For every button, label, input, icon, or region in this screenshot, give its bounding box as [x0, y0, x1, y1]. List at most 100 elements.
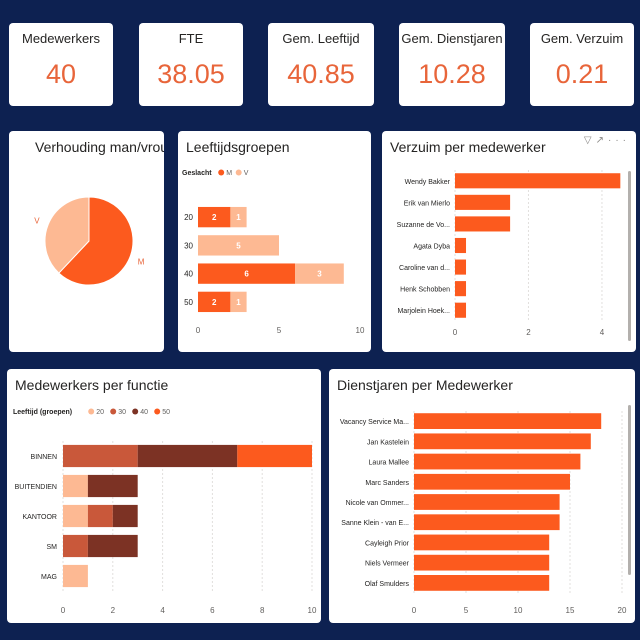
- scrollbar[interactable]: [628, 171, 631, 341]
- function-chart-panel[interactable]: Medewerkers per functie 0 2 4 6 8 10 BINNEN BUI…: [7, 369, 321, 623]
- legend-marker: [110, 408, 117, 415]
- y-category-label: Caroline van d...: [399, 265, 450, 272]
- y-category-label: Wendy Bakker: [405, 179, 451, 186]
- x-tick-label: 4: [160, 606, 165, 615]
- bar-segment: [87, 504, 113, 528]
- kpi-value: 0.21: [555, 59, 609, 89]
- x-tick-label: 10: [308, 606, 317, 615]
- scrollbar[interactable]: [628, 405, 631, 575]
- legend-marker: [132, 408, 139, 415]
- x-tick-label: 10: [356, 326, 365, 335]
- pie-label: M: [138, 258, 145, 267]
- x-tick-label: 5: [277, 326, 282, 335]
- y-category-label: BINNEN: [31, 454, 57, 461]
- y-category-label: Nicole van Ommer...: [346, 500, 409, 507]
- bar: [414, 514, 560, 531]
- kpi-card-avg-age[interactable]: Gem. Leeftijd 40.85: [268, 23, 374, 106]
- y-category-label: Marjolein Hoek...: [397, 308, 450, 315]
- x-tick-label: 15: [566, 606, 575, 615]
- y-category-label: KANTOOR: [23, 514, 58, 521]
- kpi-value: 40.85: [287, 59, 355, 89]
- x-tick-label: 0: [61, 606, 66, 615]
- y-category-label: Cayleigh Prior: [365, 540, 410, 547]
- gender-chart-panel[interactable]: Verhouding man/vrouw MV: [9, 131, 164, 352]
- data-label: 1: [236, 298, 241, 307]
- y-category-label: Olaf Smulders: [365, 581, 410, 588]
- x-tick-label: 8: [260, 606, 265, 615]
- function-bar-chart: 0 2 4 6 8 10 BINNEN BUITENDIEN KANTOOR SM MAG Leeft…: [13, 408, 317, 615]
- y-category-label: SM: [47, 544, 58, 551]
- kpi-label: Gem. Verzuim: [540, 31, 624, 46]
- age-groups-chart-panel[interactable]: Leeftijdsgroepen 0 5 10 20 2 1 30 5 40 6 3 50 2 1 Gesl…: [178, 131, 371, 352]
- x-tick-label: 5: [464, 606, 469, 615]
- y-category-label: Erik van Mierlo: [404, 200, 450, 207]
- bar: [414, 473, 570, 490]
- gender-pie-chart: MV: [34, 196, 145, 286]
- absence-chart-panel[interactable]: Verzuim per medewerker ▽↗··· 0 2 4 Wendy Ba…: [382, 131, 636, 352]
- y-category-label: 20: [184, 213, 193, 222]
- y-category-label: 40: [184, 270, 193, 279]
- kpi-card-employees[interactable]: Medewerkers 40: [9, 23, 113, 106]
- bar: [455, 237, 467, 254]
- y-category-label: Sanne Klein - van E...: [341, 520, 409, 527]
- bar: [414, 453, 581, 470]
- y-category-label: Laura Mallee: [369, 460, 410, 467]
- legend-title: Geslacht: [182, 170, 212, 177]
- legend-marker: [235, 169, 242, 176]
- y-category-label: 50: [184, 298, 193, 307]
- bar: [455, 216, 511, 232]
- tenure-chart-panel[interactable]: Dienstjaren per Medewerker 0 5 10 15 20 Vacan…: [329, 369, 635, 623]
- x-tick-label: 0: [453, 328, 458, 337]
- bar-segment: [63, 474, 88, 498]
- legend-marker: [154, 408, 161, 415]
- y-category-label: Marc Sanders: [365, 480, 409, 487]
- kpi-card-avg-absence[interactable]: Gem. Verzuim 0.21: [530, 23, 634, 106]
- kpi-value: 10.28: [418, 59, 486, 89]
- data-label: 2: [212, 298, 217, 307]
- kpi-card-fte[interactable]: FTE 38.05: [139, 23, 243, 106]
- bar: [455, 173, 621, 189]
- y-category-label: Jan Kastelein: [367, 439, 409, 446]
- kpi-label: Gem. Dienstjaren: [401, 31, 503, 46]
- bar-segment: [237, 444, 312, 468]
- x-tick-label: 20: [618, 606, 627, 615]
- bar: [414, 413, 602, 429]
- legend-label: M: [226, 170, 232, 177]
- kpi-label: Medewerkers: [21, 31, 101, 46]
- data-label: 5: [236, 241, 241, 250]
- x-tick-label: 2: [111, 606, 116, 615]
- bar-segment: [63, 564, 88, 588]
- x-tick-label: 2: [526, 328, 531, 337]
- absence-bar-chart: 0 2 4 Wendy Bakker Erik van Mierlo Suzanne de…: [397, 170, 621, 337]
- bar: [414, 554, 550, 571]
- data-label: 6: [244, 270, 249, 279]
- legend-label: 40: [140, 409, 148, 416]
- x-tick-label: 10: [514, 606, 523, 615]
- kpi-label: FTE: [178, 31, 204, 46]
- bar-segment: [63, 444, 138, 468]
- bar: [414, 433, 591, 450]
- kpi-value: 40: [45, 59, 77, 89]
- y-category-label: BUITENDIEN: [15, 484, 57, 491]
- legend-label: V: [244, 170, 249, 177]
- legend-label: 30: [118, 409, 126, 416]
- x-tick-label: 0: [412, 606, 417, 615]
- kpi-label: Gem. Leeftijd: [282, 31, 360, 46]
- legend-label: 20: [96, 409, 104, 416]
- y-category-label: Vacancy Service Ma...: [340, 419, 409, 426]
- data-label: 1: [236, 213, 241, 222]
- bar: [455, 259, 467, 275]
- bar: [414, 575, 550, 591]
- bar: [414, 534, 550, 551]
- bar-segment: [63, 534, 88, 558]
- pie-label: V: [34, 216, 40, 225]
- kpi-card-avg-tenure[interactable]: Gem. Dienstjaren 10.28: [399, 23, 505, 106]
- bar: [414, 494, 560, 510]
- bar-segment: [112, 504, 138, 528]
- y-category-label: Agata Dyba: [413, 244, 450, 251]
- legend-marker: [88, 408, 95, 415]
- x-tick-label: 6: [210, 606, 215, 615]
- bar: [455, 194, 511, 210]
- x-tick-label: 4: [600, 328, 605, 337]
- tenure-bar-chart: 0 5 10 15 20 Vacancy Service Ma... Jan Kastele…: [340, 411, 627, 615]
